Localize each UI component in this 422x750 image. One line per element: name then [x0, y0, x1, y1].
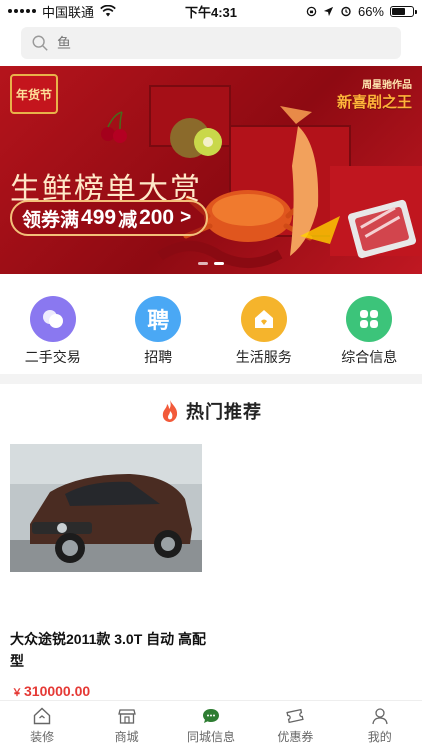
status-left: 中国联通: [8, 2, 116, 21]
movie-promo-logo: 周星驰作品 新喜剧之王: [337, 76, 412, 112]
coupon-pill[interactable]: 领券满 499 减 200 >: [10, 200, 208, 236]
coupon-icon: [286, 708, 305, 724]
home-service-icon: [240, 296, 287, 342]
bottom-tab-bar: 装修 商城 同城信息 优惠券 我的: [0, 700, 422, 750]
currency-symbol: ￥: [12, 688, 22, 699]
carousel-dot: [198, 262, 208, 265]
tab-label: 优惠券: [277, 730, 314, 744]
recruit-icon: 聘: [135, 296, 182, 342]
category-second-hand[interactable]: 二手交易: [8, 296, 98, 367]
search-box[interactable]: [21, 27, 401, 59]
coupon-discount: 200: [139, 206, 175, 229]
listing-image[interactable]: [10, 444, 202, 572]
search-input[interactable]: [57, 35, 377, 51]
new-year-badge: 年货节: [10, 74, 58, 114]
search-icon: [32, 35, 48, 51]
price-value: 310000.00: [24, 683, 91, 699]
battery-percent: 66%: [357, 3, 384, 19]
location-icon: [323, 6, 334, 16]
tab-decoration[interactable]: 装修: [2, 706, 82, 745]
coupon-mid: 减: [118, 209, 138, 231]
status-right: 66%: [306, 3, 417, 19]
carousel-dot-active: [214, 262, 224, 265]
tab-mine[interactable]: 我的: [340, 706, 420, 745]
listing-title[interactable]: 大众途锐2011款 3.0T 自动 高配型: [10, 628, 210, 672]
carousel-indicator: [198, 262, 224, 265]
wifi-icon: [100, 5, 116, 17]
category-label: 综合信息: [341, 349, 398, 365]
category-recruit[interactable]: 聘 招聘: [113, 296, 203, 367]
section-divider: [0, 374, 422, 384]
second-hand-icon: [29, 296, 76, 342]
tab-label: 同城信息: [186, 730, 235, 744]
status-bar: 中国联通 下午4:31 66%: [0, 0, 422, 22]
promo-banner[interactable]: 年货节 生鲜榜单大赏 领券满 499 减 200 > 周星驰作品 新喜剧之王: [0, 66, 422, 274]
user-icon: [372, 708, 388, 725]
tab-label: 我的: [367, 730, 392, 744]
listing-price: ￥ 310000.00: [12, 683, 90, 699]
movie-promo-sub: 周星驰作品: [362, 80, 412, 91]
category-label: 招聘: [144, 349, 173, 365]
grid-info-icon: [346, 296, 393, 342]
shop-icon: [117, 709, 136, 724]
movie-promo-title: 新喜剧之王: [336, 94, 412, 111]
category-general-info[interactable]: 综合信息: [324, 296, 414, 367]
alarm-icon: [341, 6, 351, 17]
category-label: 生活服务: [235, 349, 292, 365]
hot-title: 热门推荐: [186, 402, 262, 422]
orientation-lock-icon: [306, 6, 317, 16]
category-life-service[interactable]: 生活服务: [219, 296, 309, 367]
signal-icon: [8, 9, 36, 13]
coupon-threshold: 499: [81, 206, 117, 229]
tab-label: 商城: [114, 730, 139, 744]
search-bar: [0, 22, 422, 64]
fire-icon: [162, 400, 178, 422]
chat-bubble-icon: [202, 709, 219, 723]
coupon-prefix: 领券满: [22, 209, 80, 231]
hot-section-header: 热门推荐: [0, 396, 422, 426]
battery-icon: [390, 5, 417, 17]
tab-local-info[interactable]: 同城信息: [171, 706, 251, 745]
category-label: 二手交易: [24, 349, 81, 365]
category-grid: 二手交易 聘 招聘 生活服务 综合信息: [0, 276, 422, 374]
coupon-arrow-icon: >: [180, 207, 192, 228]
tab-coupon[interactable]: 优惠券: [255, 706, 335, 745]
tab-label: 装修: [30, 730, 55, 744]
tab-shop[interactable]: 商城: [87, 706, 167, 745]
house-icon: [33, 707, 51, 725]
carrier-label: 中国联通: [42, 4, 95, 20]
